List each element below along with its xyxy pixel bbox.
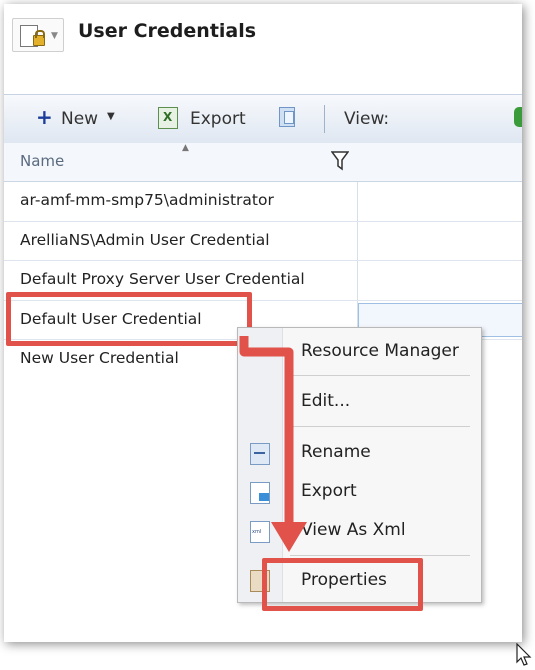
column-header-name[interactable]: Name <box>20 152 64 170</box>
rename-icon <box>250 443 270 465</box>
copy-icon[interactable] <box>279 107 295 127</box>
row-name-cell: ArelliaNS\Admin User Credential <box>20 230 270 249</box>
page-title: User Credentials <box>78 20 257 42</box>
export-button[interactable]: Export <box>190 109 246 129</box>
menu-separator <box>290 375 470 376</box>
table-row[interactable]: ArelliaNS\Admin User Credential <box>4 222 522 261</box>
properties-highlight <box>262 558 423 611</box>
mouse-cursor-icon <box>516 643 532 666</box>
filter-icon[interactable] <box>330 151 350 175</box>
menu-item-edit[interactable]: Edit... <box>301 391 350 411</box>
row-name-cell: ar-amf-mm-smp75\administrator <box>20 191 274 209</box>
new-button[interactable]: New <box>61 109 98 129</box>
menu-item-resource-manager[interactable]: Resource Manager <box>301 341 459 361</box>
page-header: ▼ User Credentials <box>4 4 522 94</box>
toolbar: + New ▼ Export View: <box>4 94 522 144</box>
toolbar-divider <box>324 105 325 133</box>
chevron-down-icon[interactable]: ▼ <box>107 111 115 122</box>
menu-item-rename[interactable]: Rename <box>301 442 371 462</box>
export-icon <box>250 482 270 504</box>
chevron-down-icon: ▼ <box>51 31 58 41</box>
menu-separator <box>290 426 470 427</box>
plus-icon[interactable]: + <box>36 107 53 127</box>
lock-icon <box>33 30 45 46</box>
selected-row-highlight <box>6 292 252 346</box>
row-name-cell: Default Proxy Server User Credential <box>20 270 305 288</box>
menu-separator <box>290 555 470 556</box>
table-row[interactable]: ar-amf-mm-smp75\administrator <box>4 182 522 222</box>
row-name-cell: New User Credential <box>20 349 179 367</box>
sort-ascending-icon: ▲ <box>182 143 189 153</box>
credential-lock-icon[interactable]: ▼ <box>12 18 64 52</box>
excel-export-icon[interactable] <box>158 107 178 129</box>
view-label: View: <box>344 109 390 129</box>
view-icon[interactable] <box>514 107 522 127</box>
grid-header: Name ▲ <box>4 143 522 182</box>
menu-item-view-as-xml[interactable]: View As Xml <box>301 520 406 540</box>
xml-icon <box>250 521 270 543</box>
menu-item-export[interactable]: Export <box>301 481 357 501</box>
